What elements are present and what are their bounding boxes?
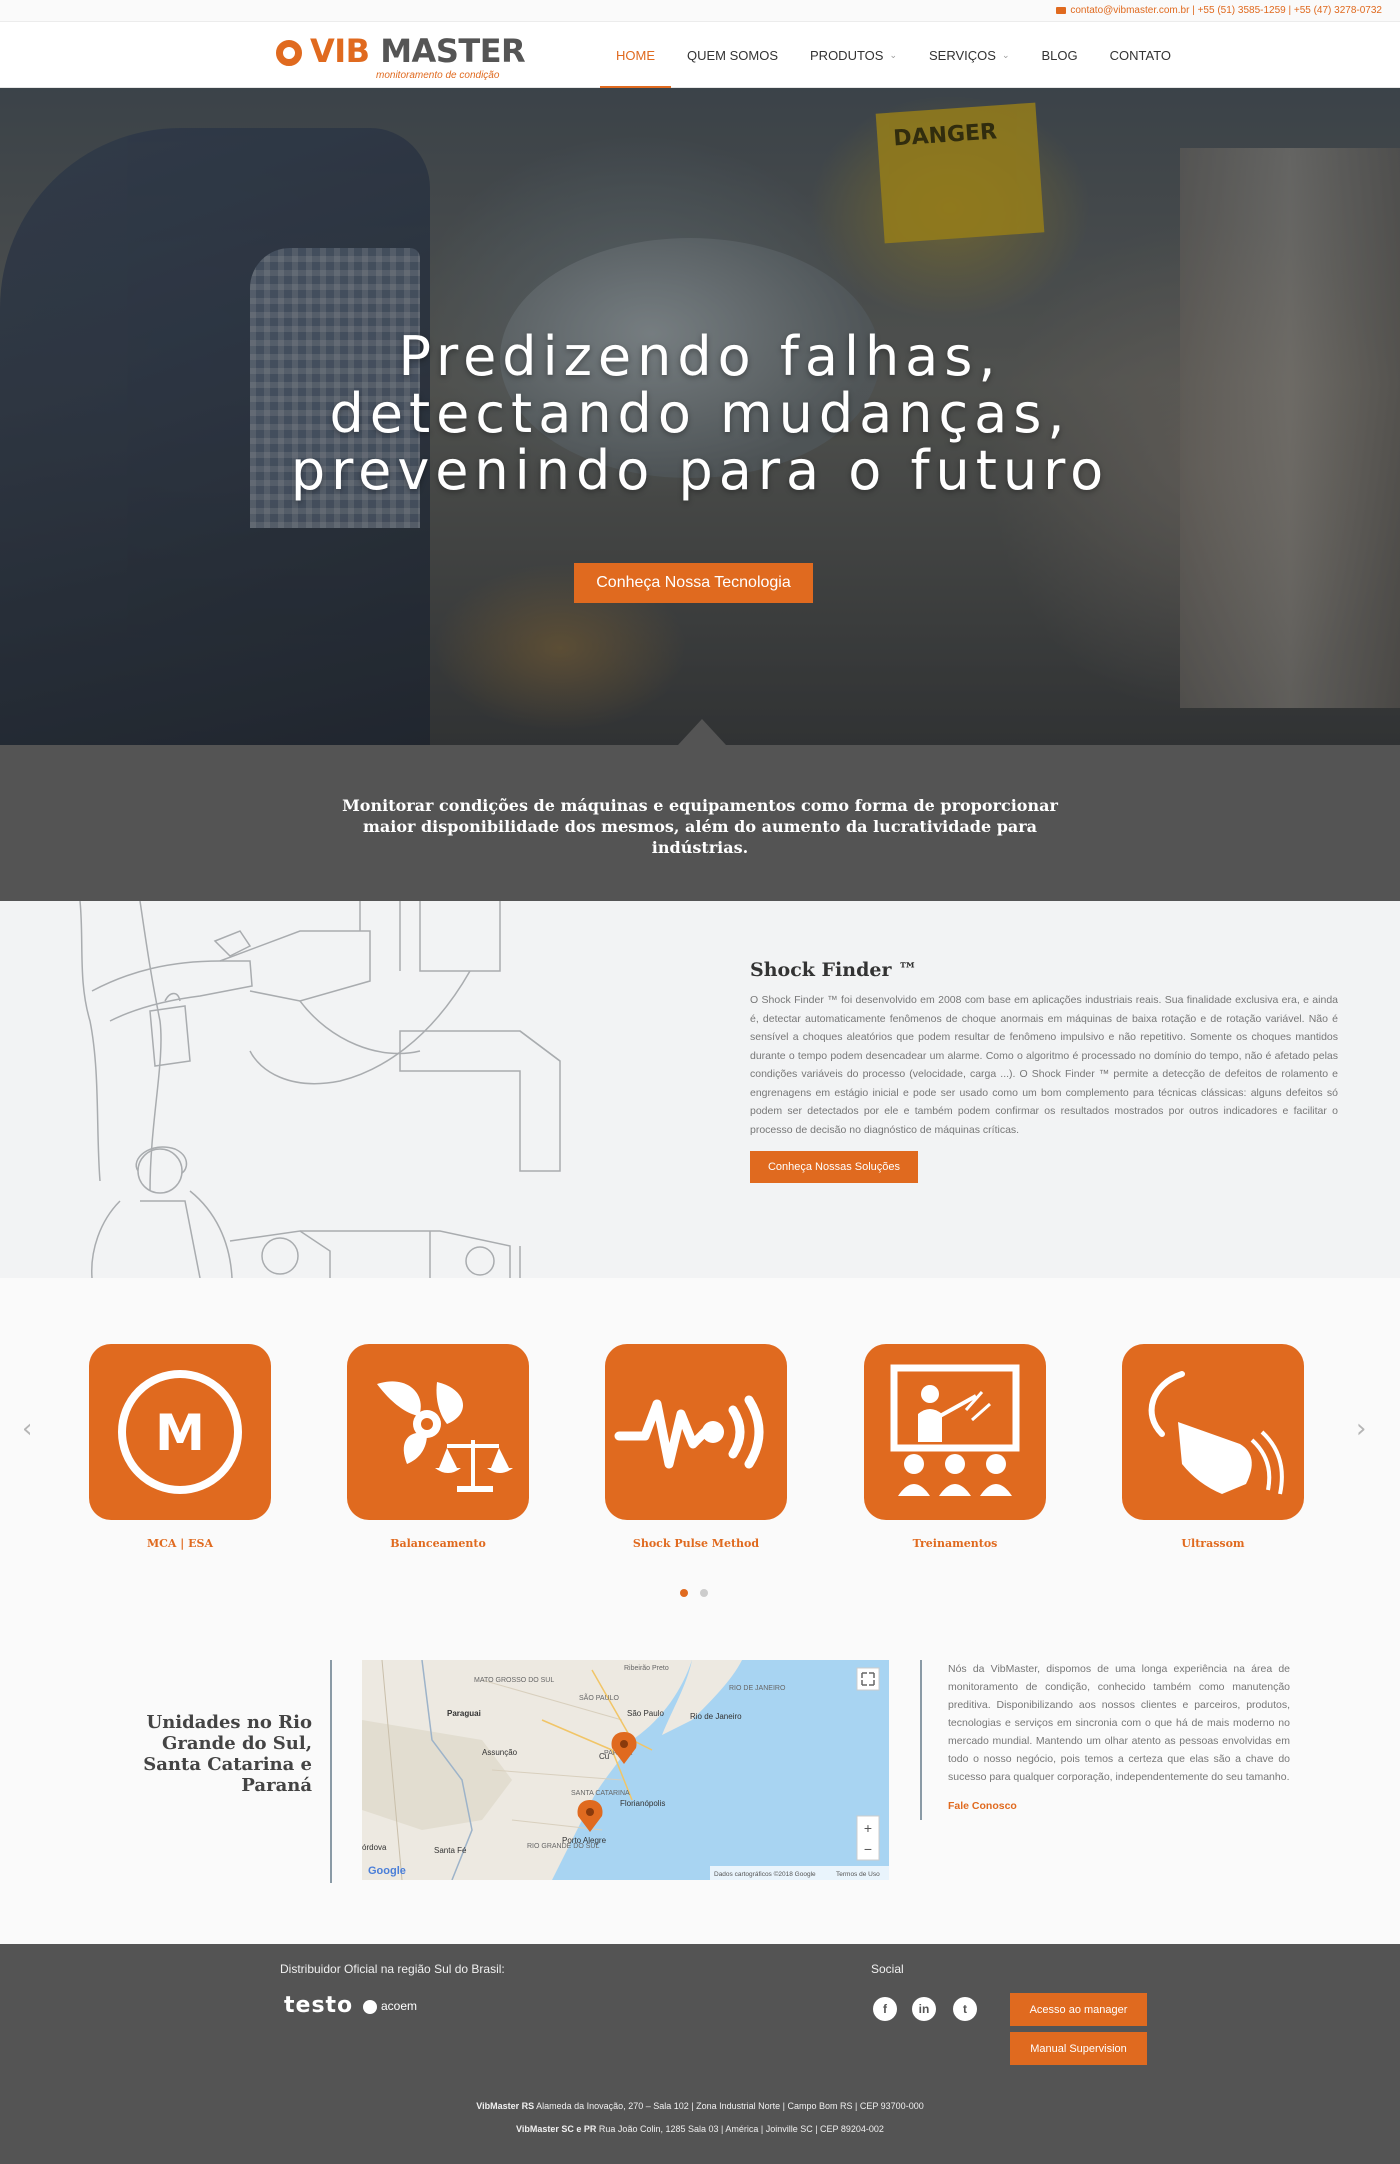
envelope-icon [1056, 6, 1067, 14]
shock-finder-section: Shock Finder ™ O Shock Finder ™ foi dese… [0, 901, 1400, 1278]
top-contact-bar: contato@vibmaster.com.br | +55 (51) 3585… [0, 0, 1400, 22]
carousel-pagination [680, 1584, 720, 1602]
svg-text:MATO GROSSO DO SUL: MATO GROSSO DO SUL [474, 1677, 554, 1684]
svg-text:RIO DE JANEIRO: RIO DE JANEIRO [729, 1685, 786, 1692]
service-label-shock-pulse[interactable]: Shock Pulse Method [605, 1537, 787, 1550]
twitter-icon[interactable]: t [953, 1997, 977, 2021]
units-section: Unidades no Rio Grande do Sul, Santa Cat… [0, 1640, 1400, 1944]
nav-item-servicos[interactable]: SERVIÇOS ⌄ [913, 22, 1026, 88]
motor-m-icon: M [118, 1370, 242, 1494]
svg-text:−: − [864, 1841, 872, 1857]
mission-statement-band: Monitorar condições de máquinas e equipa… [0, 745, 1400, 901]
svg-text:Florianópolis: Florianópolis [620, 1799, 665, 1808]
carousel-dot-2[interactable] [700, 1589, 708, 1597]
contact-info[interactable]: contato@vibmaster.com.br | +55 (51) 3585… [1056, 5, 1382, 16]
service-tile-treinamentos[interactable] [864, 1344, 1046, 1520]
svg-text:São Paulo: São Paulo [627, 1709, 664, 1718]
carousel-next-icon[interactable]: › [1356, 1414, 1366, 1444]
logo-wordmark: VIB MASTER [310, 32, 526, 70]
address-sc-pr: VibMaster SC e PR Rua João Colin, 1285 S… [516, 2124, 884, 2134]
service-label-ultrassom[interactable]: Ultrassom [1122, 1537, 1304, 1550]
svg-text:órdova: órdova [362, 1843, 387, 1852]
shock-finder-title: Shock Finder ™ [750, 959, 918, 981]
services-carousel: ‹ › M MCA | ESA Balanceamento Shock Puls… [0, 1278, 1400, 1640]
svg-text:Assunção: Assunção [482, 1748, 518, 1757]
nav-item-produtos[interactable]: PRODUTOS ⌄ [794, 22, 913, 88]
carousel-dot-1[interactable] [680, 1589, 688, 1597]
svg-text:Ribeirão Preto: Ribeirão Preto [624, 1665, 669, 1672]
hero-cta-button[interactable]: Conheça Nossa Tecnologia [574, 563, 813, 603]
distributor-label: Distribuidor Oficial na região Sul do Br… [280, 1962, 505, 1976]
linkedin-icon[interactable]: in [912, 1997, 936, 2021]
nav-item-contato[interactable]: CONTATO [1094, 22, 1187, 88]
manager-access-button[interactable]: Acesso ao manager [1010, 1993, 1147, 2026]
svg-text:Dados cartográficos ©2018 Goog: Dados cartográficos ©2018 Google [714, 1870, 816, 1878]
site-header: VIB MASTER monitoramento de condição HOM… [0, 22, 1400, 89]
logo-ring-icon [276, 40, 302, 66]
fale-conosco-link[interactable]: Fale Conosco [948, 1800, 1017, 1812]
service-tile-ultrassom[interactable] [1122, 1344, 1304, 1520]
pulse-wave-icon [614, 1395, 764, 1469]
svg-text:SÃO PAULO: SÃO PAULO [579, 1693, 619, 1702]
svg-text:+: + [864, 1820, 872, 1836]
testo-logo[interactable]: testo [284, 1993, 353, 2018]
main-nav: HOME QUEM SOMOS PRODUTOS ⌄ SERVIÇOS ⌄ BLOG… [600, 22, 1187, 89]
google-map[interactable]: Ribeirão Preto MATO GROSSO DO SUL SÃO PA… [362, 1660, 889, 1880]
svg-text:Rio de Janeiro: Rio de Janeiro [690, 1712, 742, 1721]
site-footer: Distribuidor Oficial na região Sul do Br… [0, 1944, 1400, 2164]
acoem-logo[interactable]: acoem [363, 1999, 417, 2014]
google-logo: Google [368, 1865, 406, 1877]
chevron-down-icon: ⌄ [1001, 49, 1010, 60]
service-label-mca-esa[interactable]: MCA | ESA [89, 1537, 271, 1550]
classroom-icon [890, 1364, 1020, 1496]
svg-text:Termos de Uso: Termos de Uso [836, 1871, 880, 1878]
nav-item-home[interactable]: HOME [600, 22, 671, 89]
about-text: Nós da VibMaster, dispomos de uma longa … [948, 1663, 1290, 1783]
hero-headline: Predizendo falhas, detectando mudanças, … [290, 325, 1110, 502]
machinery-line-illustration [79, 901, 561, 1278]
service-tile-balanceamento[interactable] [347, 1344, 529, 1520]
service-tile-mca-esa[interactable]: M [89, 1344, 271, 1520]
social-title: Social [871, 1962, 904, 1976]
manual-supervision-button[interactable]: Manual Supervision [1010, 2032, 1147, 2065]
service-label-balanceamento[interactable]: Balanceamento [347, 1537, 529, 1550]
chevron-down-icon: ⌄ [889, 49, 897, 60]
svg-text:SANTA CATARINA: SANTA CATARINA [571, 1790, 630, 1797]
service-label-treinamentos[interactable]: Treinamentos [864, 1537, 1046, 1550]
hero-banner: DANGER Predizendo falhas, detectando mud… [0, 88, 1400, 745]
shock-finder-description: O Shock Finder ™ foi desenvolvido em 200… [750, 994, 1338, 1136]
units-title: Unidades no Rio Grande do Sul, Santa Cat… [143, 1712, 312, 1796]
svg-text:Porto Alegre: Porto Alegre [562, 1836, 607, 1845]
svg-text:Santa Fé: Santa Fé [434, 1846, 467, 1855]
address-rs: VibMaster RS Alameda da Inovação, 270 – … [476, 2101, 924, 2111]
svg-text:Cu: Cu [599, 1752, 609, 1761]
fan-scale-icon [377, 1381, 513, 1492]
solutions-button[interactable]: Conheça Nossas Soluções [750, 1151, 918, 1183]
svg-text:Paraguai: Paraguai [447, 1709, 481, 1718]
carousel-prev-icon[interactable]: ‹ [22, 1414, 32, 1444]
svg-text:M: M [155, 1404, 205, 1462]
facebook-icon[interactable]: f [873, 1997, 897, 2021]
fullscreen-icon[interactable] [856, 1667, 880, 1691]
ultrasound-probe-icon [1148, 1371, 1284, 1495]
mission-statement: Monitorar condições de máquinas e equipa… [342, 796, 1058, 857]
logo-tagline: monitoramento de condição [376, 70, 500, 81]
service-tile-shock-pulse[interactable] [605, 1344, 787, 1520]
nav-item-quem-somos[interactable]: QUEM SOMOS [671, 22, 794, 88]
hero-arrow-notch [678, 719, 726, 745]
acoem-mark-icon [363, 1999, 377, 2014]
logo[interactable]: VIB MASTER monitoramento de condição [276, 30, 536, 81]
map-canvas[interactable]: Ribeirão Preto MATO GROSSO DO SUL SÃO PA… [362, 1660, 889, 1880]
contact-text[interactable]: contato@vibmaster.com.br | +55 (51) 3585… [1070, 5, 1382, 16]
nav-item-blog[interactable]: BLOG [1026, 22, 1094, 88]
